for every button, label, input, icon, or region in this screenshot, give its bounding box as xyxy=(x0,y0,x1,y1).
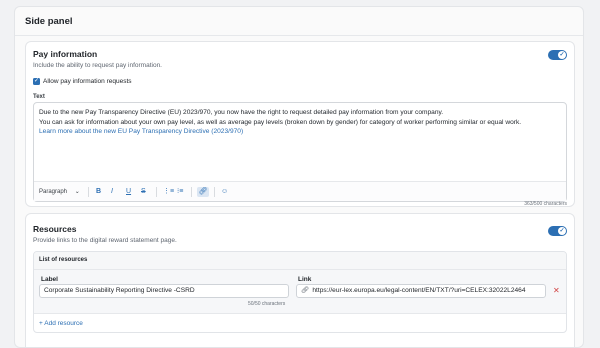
learn-more-link[interactable]: Learn more about the new EU Pay Transpar… xyxy=(39,127,561,137)
label-character-counter: 50/50 characters xyxy=(248,301,286,307)
link-column-header: Link xyxy=(298,276,312,283)
character-counter: 363/500 characters xyxy=(524,201,567,207)
divider xyxy=(15,35,583,36)
rich-text-editor[interactable]: Due to the new Pay Transparency Directiv… xyxy=(33,102,567,202)
toolbar-divider xyxy=(156,187,157,197)
strikethrough-button[interactable]: S xyxy=(141,187,146,197)
pay-information-title: Pay information xyxy=(33,49,98,59)
chevron-down-icon: ⌄ xyxy=(74,189,80,195)
paragraph-select-label: Paragraph xyxy=(39,189,68,195)
emoji-icon[interactable]: ☺ xyxy=(221,187,228,197)
editor-content[interactable]: Due to the new Pay Transparency Directiv… xyxy=(39,108,561,137)
allow-requests-checkbox[interactable]: ✓ xyxy=(33,78,40,85)
editor-line: Due to the new Pay Transparency Directiv… xyxy=(39,109,444,116)
toolbar-divider xyxy=(191,187,192,197)
pay-information-card: Pay information Include the ability to r… xyxy=(25,41,575,207)
toolbar-divider xyxy=(88,187,89,197)
resource-link-input[interactable]: 🔗︎ https://eur-lex.europa.eu/legal-conten… xyxy=(296,284,546,298)
resources-title: Resources xyxy=(33,224,77,234)
label-column-header: Label xyxy=(41,276,58,283)
resources-card: Resources Provide links to the digital r… xyxy=(25,213,575,347)
resources-list: List of resources Label Link Corporate S… xyxy=(33,251,567,333)
resource-label-input[interactable]: Corporate Sustainability Reporting Direc… xyxy=(39,284,289,298)
resource-row: Label Link Corporate Sustainability Repo… xyxy=(34,270,566,314)
resource-link-value: https://eur-lex.europa.eu/legal-content/… xyxy=(312,287,526,294)
add-resource-button[interactable]: + Add resource xyxy=(39,320,83,327)
check-icon: ✓ xyxy=(558,51,566,59)
resources-list-title: List of resources xyxy=(34,252,566,270)
link-icon: 🔗︎ xyxy=(301,287,310,294)
numbered-list-icon[interactable]: ⋮≡ xyxy=(163,187,174,197)
bold-button[interactable]: B xyxy=(96,187,101,197)
toolbar-divider xyxy=(214,187,215,197)
side-panel: Side panel Pay information Include the a… xyxy=(14,6,584,348)
underline-button[interactable]: U xyxy=(126,187,131,197)
bullet-list-icon[interactable]: ⁝≡ xyxy=(177,187,183,197)
text-field-label: Text xyxy=(33,94,45,100)
check-icon: ✓ xyxy=(558,227,566,235)
paragraph-select[interactable]: Paragraph ⌄ xyxy=(39,187,80,197)
resources-toggle[interactable]: ✓ xyxy=(548,226,567,236)
allow-requests-label: Allow pay information requests xyxy=(43,78,132,85)
link-icon[interactable]: 🔗︎ xyxy=(197,187,209,197)
italic-button[interactable]: I xyxy=(111,187,113,197)
editor-toolbar: Paragraph ⌄ B I U S ⋮≡ ⁝≡ 🔗︎ ☺ xyxy=(34,181,566,201)
resources-subtitle: Provide links to the digital reward stat… xyxy=(33,237,177,244)
pay-information-subtitle: Include the ability to request pay infor… xyxy=(33,62,162,69)
editor-line: You can ask for information about your o… xyxy=(39,118,522,126)
pay-information-toggle[interactable]: ✓ xyxy=(548,50,567,60)
remove-resource-icon[interactable]: ✕ xyxy=(553,286,560,296)
panel-title: Side panel xyxy=(25,16,73,27)
